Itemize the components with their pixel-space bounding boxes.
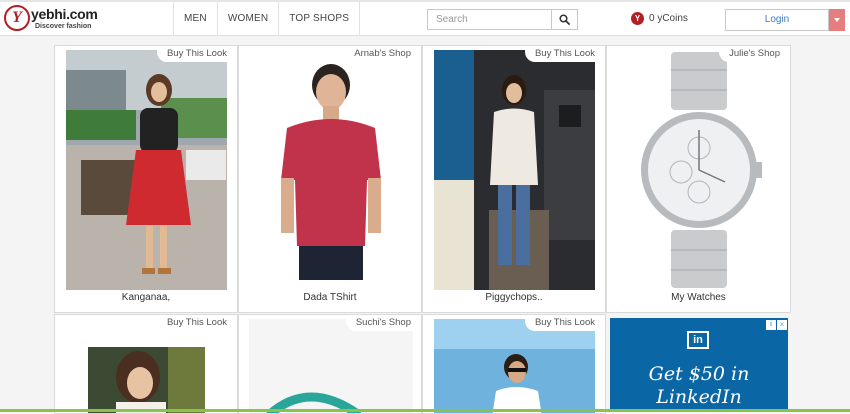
card-image[interactable] <box>434 319 595 413</box>
card-shop-label[interactable]: Suchi's Shop <box>345 315 421 331</box>
card-image[interactable] <box>66 50 227 290</box>
main-nav: MEN WOMEN TOP SHOPS <box>173 2 361 36</box>
ad-headline-line2: LinkedIn <box>656 386 742 408</box>
search-input[interactable] <box>428 10 551 29</box>
search-button[interactable] <box>551 10 577 29</box>
magnifier-icon <box>559 14 570 25</box>
nav-men[interactable]: MEN <box>174 2 218 36</box>
ad-headline-line1: Get $50 in <box>648 363 750 385</box>
ycoin-icon: Y <box>631 12 644 25</box>
search-box <box>427 9 578 30</box>
yebhi-logo[interactable]: Y yebhi.com Discover fashion <box>4 5 104 33</box>
logo-name: yebhi.com <box>31 6 98 22</box>
card-shop-label[interactable]: Arnab's Shop <box>344 46 421 62</box>
nav-women[interactable]: WOMEN <box>218 2 280 36</box>
card-image[interactable] <box>635 50 763 290</box>
nav-top-shops[interactable]: TOP SHOPS <box>279 2 361 36</box>
ad-headline: Get $50 in LinkedIn <box>610 363 788 409</box>
ad-info-icon[interactable]: i <box>766 320 776 330</box>
card-shop-label[interactable]: Buy This Look <box>156 315 237 331</box>
card-shop-label[interactable]: Buy This Look <box>524 315 605 331</box>
ycoins-display[interactable]: Y 0 yCoins <box>631 12 688 25</box>
card-image[interactable] <box>434 50 595 290</box>
card-image[interactable] <box>249 319 413 413</box>
card-shop-label[interactable]: Buy This Look <box>156 46 237 62</box>
logo-tagline: Discover fashion <box>35 23 92 30</box>
look-card[interactable]: Buy This Look <box>54 314 238 414</box>
linkedin-logo: in <box>687 331 709 349</box>
look-card[interactable]: Suchi's Shop <box>238 314 422 414</box>
look-card[interactable]: Julie's Shop My Watches <box>606 45 791 313</box>
look-card[interactable]: Buy This Look <box>422 314 606 414</box>
card-caption[interactable]: Piggychops.. <box>423 292 605 303</box>
card-image[interactable] <box>259 50 403 290</box>
login-dropdown-button[interactable] <box>829 9 845 31</box>
login-button[interactable]: Login <box>725 9 829 31</box>
card-caption[interactable]: Kanganaa, <box>55 292 237 303</box>
look-card[interactable]: Arnab's Shop Dada TShirt <box>238 45 422 313</box>
linkedin-ad[interactable]: i × in Get $50 in LinkedIn <box>610 318 788 412</box>
card-shop-label[interactable]: Julie's Shop <box>719 46 790 62</box>
look-card[interactable]: Buy This Look Kanganaa, <box>54 45 238 313</box>
ad-close-icon[interactable]: × <box>777 320 787 330</box>
card-shop-label[interactable]: Buy This Look <box>524 46 605 62</box>
logo-y-icon: Y <box>4 5 30 31</box>
look-card[interactable]: Buy This Look Piggychops.. <box>422 45 606 313</box>
card-caption[interactable]: Dada TShirt <box>239 292 421 303</box>
top-navigation-bar: Y yebhi.com Discover fashion MEN WOMEN T… <box>0 0 850 36</box>
card-caption[interactable]: My Watches <box>607 292 790 303</box>
caret-down-icon <box>834 18 840 22</box>
card-image[interactable] <box>88 347 205 413</box>
ycoins-label: 0 yCoins <box>649 13 688 24</box>
